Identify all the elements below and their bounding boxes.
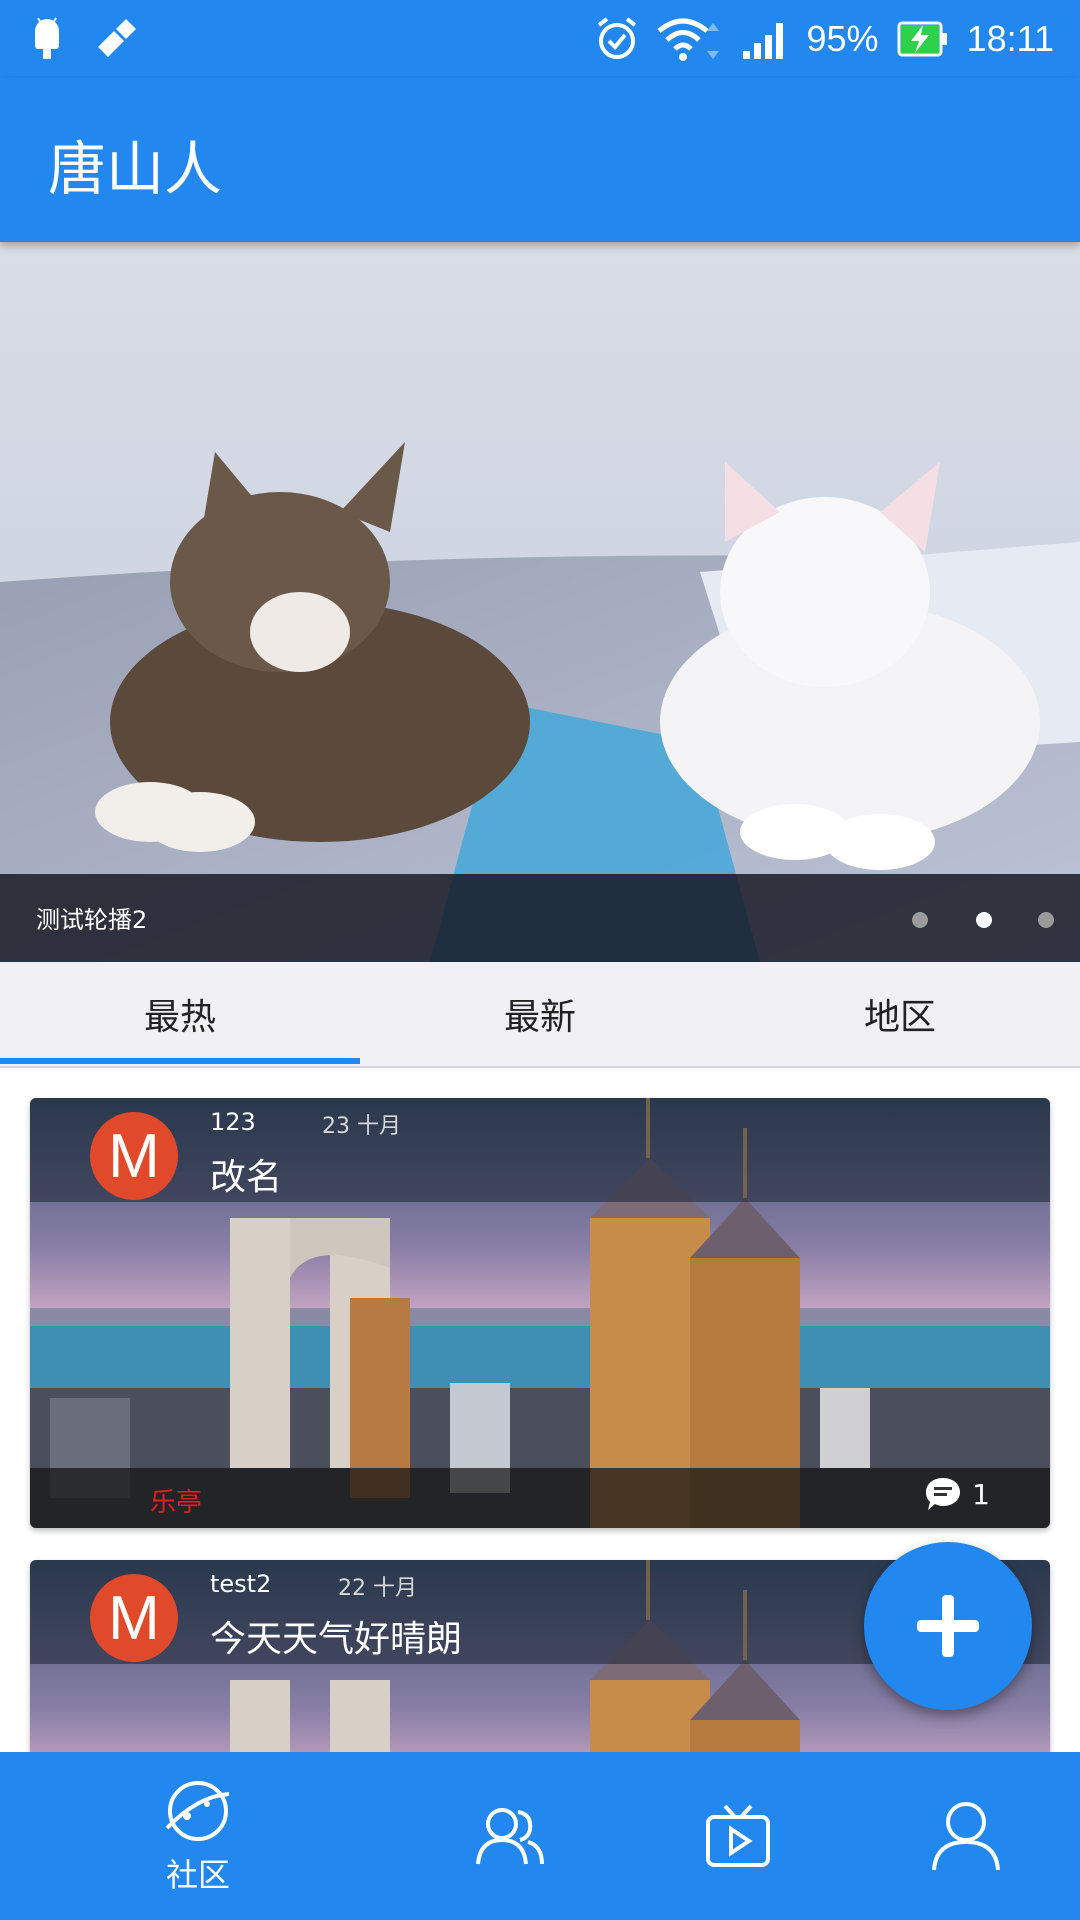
nav-video[interactable] [638, 1752, 838, 1920]
plus-icon [917, 1595, 979, 1657]
tab-indicator [0, 1058, 360, 1064]
page-title: 唐山人 [48, 135, 223, 203]
comment-count[interactable]: 1 [924, 1476, 990, 1512]
post-footer: 乐亭 1 [30, 1468, 1050, 1528]
carousel-dot-3[interactable] [1038, 912, 1054, 928]
wifi-icon [656, 18, 719, 61]
app-bar: 唐山人 [0, 78, 1080, 242]
nav-community[interactable]: 社区 [98, 1752, 298, 1920]
battery-charging-icon [897, 21, 947, 57]
post-header: M 123 23 十月 改名 [30, 1098, 1050, 1202]
signal-icon [742, 23, 783, 59]
post-username[interactable]: test2 [210, 1570, 271, 1598]
post-title[interactable]: 改名 [210, 1148, 282, 1200]
banner-caption-bar: 测试轮播2 [0, 874, 1080, 962]
battery-percent: 95% [806, 18, 879, 59]
add-post-button[interactable] [864, 1542, 1032, 1710]
tab-bar: 最热 最新 地区 [0, 962, 1080, 1068]
comment-icon [926, 1478, 961, 1510]
people-icon [476, 1808, 544, 1865]
avatar[interactable]: M [90, 1574, 178, 1662]
tab-region[interactable]: 地区 [720, 962, 1080, 1066]
post-title[interactable]: 今天天气好晴朗 [210, 1610, 462, 1662]
banner-image [0, 242, 1080, 962]
post-card[interactable]: M 123 23 十月 改名 乐亭 1 [30, 1098, 1050, 1528]
person-icon [932, 1802, 1000, 1871]
post-location-tag[interactable]: 乐亭 [150, 1482, 202, 1519]
carousel-indicator [860, 904, 1080, 934]
planet-icon [165, 1781, 230, 1841]
post-date: 23 十月 [322, 1114, 401, 1139]
carousel-dot-1[interactable] [912, 912, 928, 928]
tab-latest[interactable]: 最新 [360, 962, 720, 1066]
tab-hot[interactable]: 最热 [0, 962, 360, 1066]
comment-count-value: 1 [972, 1477, 990, 1511]
cleaner-icon [98, 19, 136, 57]
nav-friends[interactable] [410, 1752, 610, 1920]
banner-carousel[interactable]: 测试轮播2 [0, 242, 1080, 962]
bottom-navigation: 社区 [0, 1752, 1080, 1920]
status-bar: 95% 18:11 [0, 0, 1080, 78]
nav-community-label: 社区 [165, 1856, 230, 1894]
post-username[interactable]: 123 [210, 1108, 256, 1136]
carousel-dot-2[interactable] [976, 912, 992, 928]
alarm-icon [597, 17, 636, 59]
android-icon [35, 17, 59, 59]
clock: 18:11 [966, 18, 1054, 59]
nav-profile[interactable] [866, 1752, 1066, 1920]
avatar[interactable]: M [90, 1112, 178, 1200]
tv-play-icon [706, 1804, 770, 1867]
post-date: 22 十月 [338, 1576, 417, 1601]
banner-caption: 测试轮播2 [36, 906, 148, 934]
